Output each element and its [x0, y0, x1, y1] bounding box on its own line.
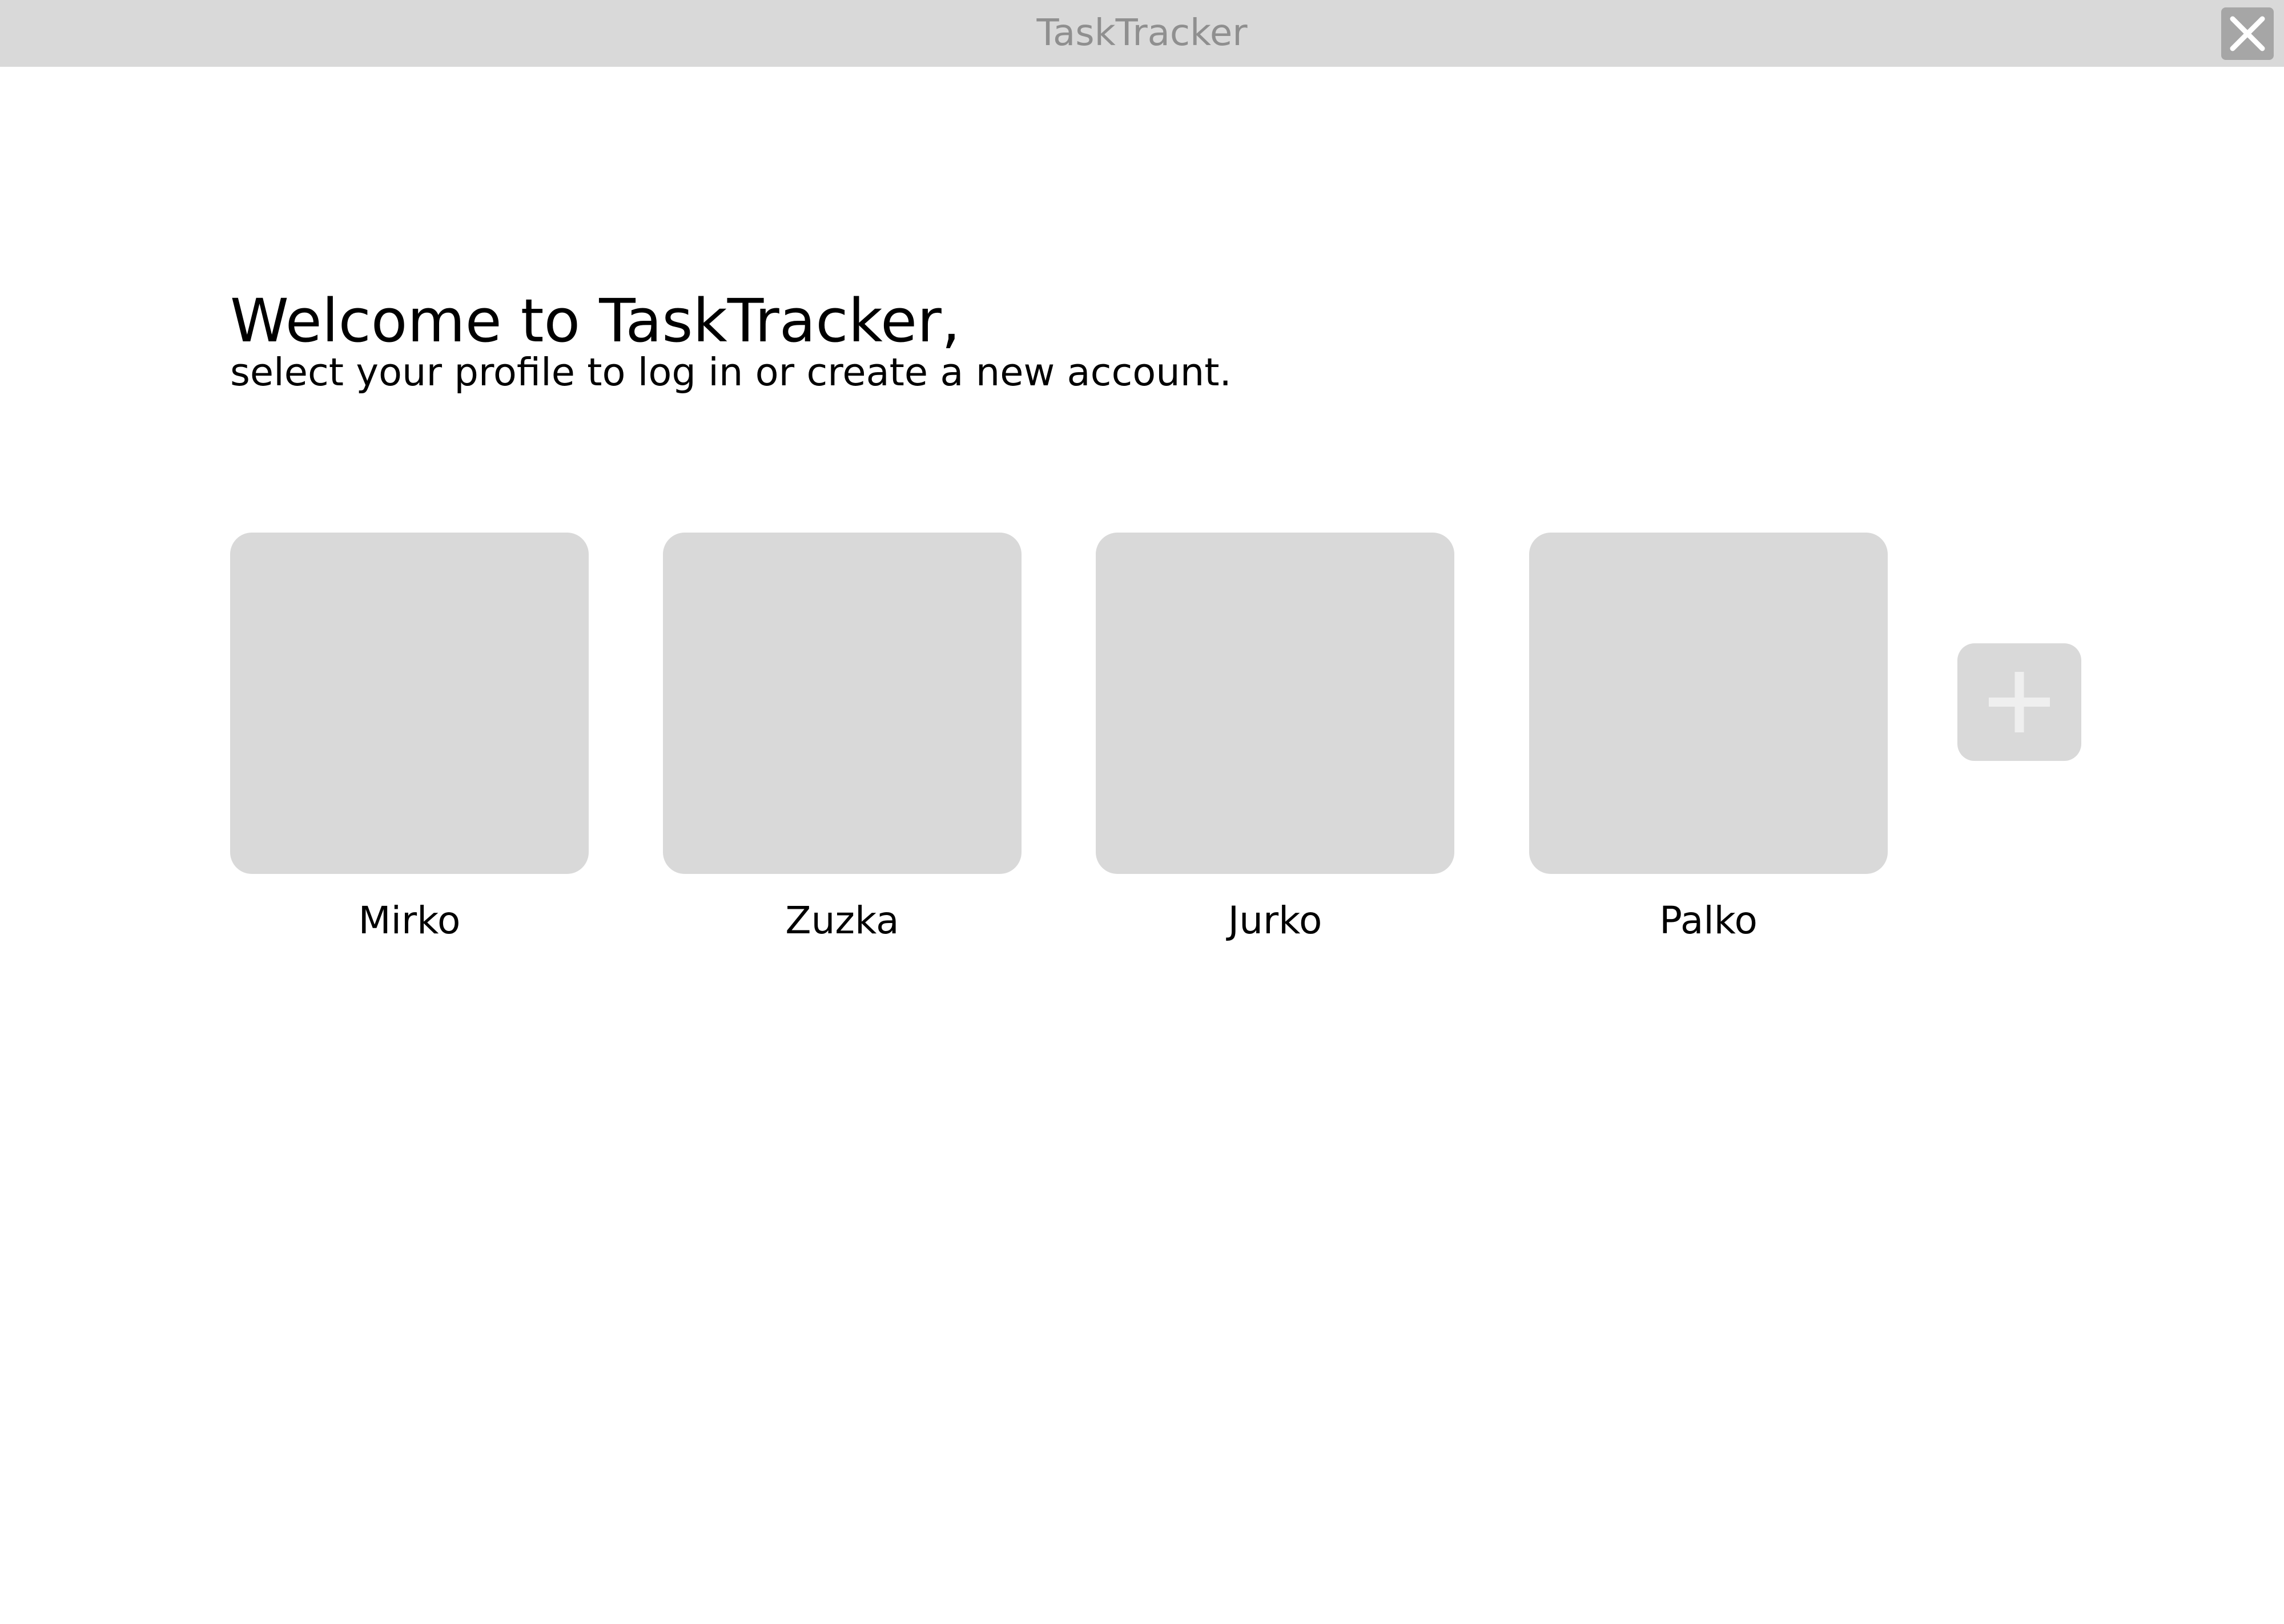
profile-avatar[interactable]: [663, 533, 1022, 874]
profile-avatar[interactable]: [230, 533, 589, 874]
profile-card-jurko[interactable]: Jurko: [1096, 533, 1454, 943]
profile-avatar[interactable]: [1096, 533, 1454, 874]
plus-icon: [1989, 672, 2050, 732]
profile-card-zuzka[interactable]: Zuzka: [663, 533, 1022, 943]
title-bar: TaskTracker: [0, 0, 2284, 67]
close-icon: [2230, 16, 2265, 51]
profile-name: Palko: [1659, 898, 1758, 942]
profile-card-mirko[interactable]: Mirko: [230, 533, 589, 943]
profile-name: Jurko: [1228, 898, 1322, 942]
profile-card-palko[interactable]: Palko: [1529, 533, 1888, 943]
profile-avatar[interactable]: [1529, 533, 1888, 874]
close-button[interactable]: [2221, 7, 2274, 60]
welcome-subtitle: select your profile to log in or create …: [230, 350, 1232, 394]
window-title: TaskTracker: [1036, 12, 1248, 54]
welcome-heading: Welcome to TaskTracker,: [230, 286, 960, 356]
app-window: TaskTracker Welcome to TaskTracker, sele…: [0, 0, 2284, 1624]
add-profile-button[interactable]: [1957, 643, 2081, 761]
profile-name: Zuzka: [785, 898, 899, 942]
profile-name: Mirko: [358, 898, 461, 942]
